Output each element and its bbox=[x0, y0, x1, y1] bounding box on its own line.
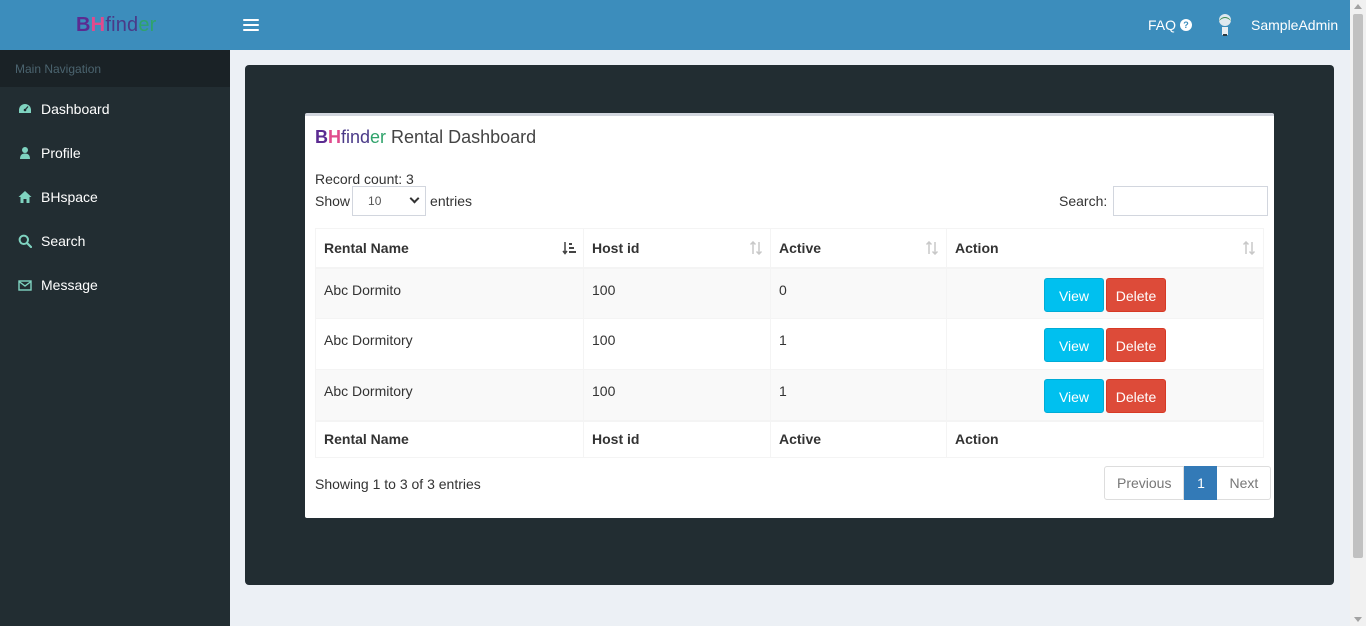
faq-label: FAQ bbox=[1148, 17, 1177, 33]
scroll-down-arrow-icon[interactable] bbox=[1354, 617, 1362, 622]
sidebar-heading: Main Navigation bbox=[0, 50, 230, 87]
sidebar: Main Navigation Dashboard Profile BHspac… bbox=[0, 50, 230, 626]
entries-label: entries bbox=[430, 193, 473, 209]
table-search: Search: bbox=[1059, 186, 1269, 216]
table-row: Abc Dormito 100 0 View Delete bbox=[315, 267, 1264, 319]
sidebar-item-bhspace[interactable]: BHspace bbox=[0, 175, 230, 219]
footer-active: Active bbox=[770, 419, 947, 458]
table-info: Showing 1 to 3 of 3 entries bbox=[315, 476, 481, 492]
entries-select[interactable]: 10 bbox=[352, 186, 427, 216]
show-label: Show bbox=[315, 193, 351, 209]
sidebar-item-label: Dashboard bbox=[41, 101, 110, 117]
dashboard-icon bbox=[18, 102, 32, 116]
column-header-host-id[interactable]: Host id bbox=[583, 228, 771, 269]
sidebar-item-label: Message bbox=[41, 277, 98, 293]
previous-page-button[interactable]: Previous bbox=[1104, 466, 1185, 500]
sort-icon bbox=[749, 241, 763, 255]
table-row: Abc Dormitory 100 1 View Delete bbox=[315, 318, 1264, 370]
next-page-button[interactable]: Next bbox=[1217, 466, 1272, 500]
app-logo[interactable]: B Hfind er bbox=[0, 0, 230, 50]
view-button[interactable]: View bbox=[1044, 328, 1104, 362]
logo-find: find bbox=[105, 13, 139, 36]
footer-rental-name: Rental Name bbox=[315, 419, 584, 458]
footer-host-id: Host id bbox=[583, 419, 771, 458]
chevron-down-icon bbox=[409, 193, 420, 204]
sort-ascending-icon bbox=[562, 242, 576, 255]
sidebar-toggle-icon[interactable] bbox=[243, 16, 259, 34]
box-title-text: Rental Dashboard bbox=[386, 127, 537, 147]
faq-link[interactable]: FAQ ? bbox=[1148, 17, 1193, 33]
sidebar-item-profile[interactable]: Profile bbox=[0, 131, 230, 175]
sidebar-item-message[interactable]: Message bbox=[0, 263, 230, 307]
footer-action: Action bbox=[946, 419, 1264, 458]
vertical-scrollbar[interactable] bbox=[1350, 0, 1366, 626]
entries-length-control: Show 10 entries bbox=[315, 186, 472, 216]
logo-letter-h: H bbox=[90, 13, 106, 36]
search-input[interactable] bbox=[1113, 186, 1269, 216]
record-count: Record count: 3 bbox=[315, 171, 414, 187]
top-navbar: B Hfind er FAQ ? SampleAdmin bbox=[0, 0, 1350, 50]
cell-host-id: 100 bbox=[583, 369, 771, 421]
search-label: Search: bbox=[1059, 193, 1108, 209]
cell-host-id: 100 bbox=[583, 267, 771, 319]
delete-button[interactable]: Delete bbox=[1106, 277, 1166, 312]
delete-button[interactable]: Delete bbox=[1106, 328, 1166, 362]
cell-rental-name: Abc Dormitory bbox=[315, 318, 584, 370]
rentals-table: Rental Name Host id Active Action Abc Do… bbox=[315, 228, 1264, 458]
cell-host-id: 100 bbox=[583, 318, 771, 370]
scrollbar-thumb[interactable] bbox=[1353, 14, 1363, 558]
sort-icon bbox=[1242, 241, 1256, 255]
user-name[interactable]: SampleAdmin bbox=[1251, 17, 1338, 33]
rental-dashboard-box: BHfinder Rental Dashboard Record count: … bbox=[305, 113, 1274, 518]
sidebar-item-dashboard[interactable]: Dashboard bbox=[0, 87, 230, 131]
envelope-icon bbox=[18, 278, 32, 292]
user-avatar[interactable] bbox=[1215, 13, 1235, 37]
cell-active: 1 bbox=[770, 369, 947, 421]
logo-letter-b: B bbox=[76, 13, 91, 36]
cell-actions: View Delete bbox=[946, 267, 1264, 319]
scroll-up-arrow-icon[interactable] bbox=[1354, 4, 1362, 9]
view-button[interactable]: View bbox=[1044, 277, 1104, 312]
logo-er: er bbox=[138, 13, 157, 36]
home-icon bbox=[18, 190, 32, 204]
column-header-active[interactable]: Active bbox=[770, 228, 947, 269]
entries-select-value: 10 bbox=[368, 194, 382, 208]
search-icon bbox=[18, 234, 32, 248]
sort-icon bbox=[925, 241, 939, 255]
sidebar-item-label: BHspace bbox=[41, 189, 98, 205]
box-title: BHfinder Rental Dashboard bbox=[315, 127, 537, 147]
sidebar-item-search[interactable]: Search bbox=[0, 219, 230, 263]
cell-actions: View Delete bbox=[946, 318, 1264, 370]
column-header-action[interactable]: Action bbox=[946, 228, 1264, 269]
question-circle-icon: ? bbox=[1180, 19, 1193, 31]
delete-button[interactable]: Delete bbox=[1106, 379, 1166, 413]
view-button[interactable]: View bbox=[1044, 379, 1104, 413]
sidebar-item-label: Search bbox=[41, 233, 86, 249]
sidebar-item-label: Profile bbox=[41, 145, 81, 161]
pagination: Previous 1 Next bbox=[1104, 466, 1272, 500]
page-1-button[interactable]: 1 bbox=[1184, 466, 1218, 500]
cell-rental-name: Abc Dormitory bbox=[315, 369, 584, 421]
table-row: Abc Dormitory 100 1 View Delete bbox=[315, 369, 1264, 421]
cell-active: 0 bbox=[770, 267, 947, 319]
column-header-rental-name[interactable]: Rental Name bbox=[315, 228, 584, 269]
cell-rental-name: Abc Dormito bbox=[315, 267, 584, 319]
cell-actions: View Delete bbox=[946, 369, 1264, 421]
cell-active: 1 bbox=[770, 318, 947, 370]
user-icon bbox=[18, 146, 32, 160]
